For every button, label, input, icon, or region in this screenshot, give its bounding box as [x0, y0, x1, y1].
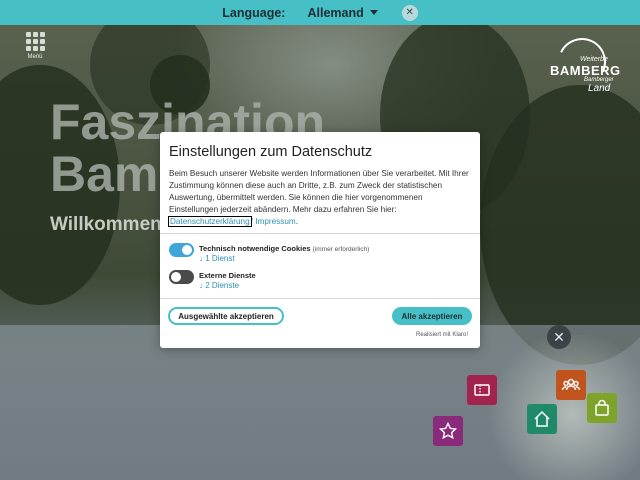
privacy-policy-link[interactable]: Datenschutzerklärung: [168, 216, 252, 227]
logo-text-2: BAMBERG: [550, 63, 621, 78]
logo-text-4: Land: [588, 83, 611, 94]
accept-selected-button[interactable]: Ausgewählte akzeptieren: [168, 307, 284, 325]
service-title: Externe Dienste: [199, 271, 256, 280]
ticket-icon[interactable]: [467, 375, 497, 405]
language-selected-value: Allemand: [307, 5, 364, 20]
menu-button[interactable]: Menü: [18, 32, 52, 66]
language-bar: Language: Allemand ✕: [0, 0, 640, 25]
caret-down-icon: [369, 10, 378, 15]
divider: [160, 233, 480, 234]
home-icon[interactable]: [527, 404, 557, 434]
language-select[interactable]: Allemand: [307, 5, 378, 20]
star-icon[interactable]: [433, 416, 463, 446]
accept-all-button[interactable]: Alle akzeptieren: [392, 307, 472, 325]
description-text: Beim Besuch unserer Website werden Infor…: [169, 169, 469, 214]
menu-label: Menü: [27, 54, 43, 60]
dialog-description: Beim Besuch unserer Website werden Infor…: [168, 168, 469, 228]
dialog-title: Einstellungen zum Datenschutz: [169, 144, 373, 160]
quick-nav-close-button[interactable]: ✕: [547, 325, 571, 349]
logo-text-1: Weiterbe: [580, 56, 608, 63]
privacy-settings-dialog: Einstellungen zum Datenschutz Beim Besuc…: [160, 132, 480, 348]
language-label: Language:: [222, 5, 286, 20]
group-icon[interactable]: [556, 370, 586, 400]
powered-by-text[interactable]: Realisiert mit Klaro!: [416, 332, 468, 338]
expand-technical-services[interactable]: ↓ 1 Dienst: [199, 254, 235, 263]
bamberg-logo[interactable]: Weiterbe BAMBERG Bamberger Land: [540, 31, 622, 98]
toggle-external-services[interactable]: [169, 270, 194, 284]
language-bar-close-button[interactable]: ✕: [401, 4, 418, 21]
service-required-note: (immer erforderlich): [312, 246, 370, 253]
hero-subtitle: Willkommen: [50, 214, 162, 235]
shopping-bag-icon[interactable]: [587, 393, 617, 423]
service-title: Technisch notwendige Cookies: [199, 244, 311, 253]
description-period: .: [295, 217, 298, 226]
imprint-link[interactable]: Impressum: [255, 217, 296, 226]
grid-menu-icon: [25, 32, 45, 51]
expand-external-services[interactable]: ↓ 2 Dienste: [199, 281, 239, 290]
service-name-external: Externe Dienste: [199, 271, 256, 280]
hero-heading-line2: Bam: [50, 146, 159, 202]
link-separator: /: [250, 217, 253, 226]
toggle-technical-cookies[interactable]: [169, 243, 194, 257]
divider: [160, 298, 480, 299]
service-name-technical: Technisch notwendige Cookies (immer erfo…: [199, 244, 369, 253]
